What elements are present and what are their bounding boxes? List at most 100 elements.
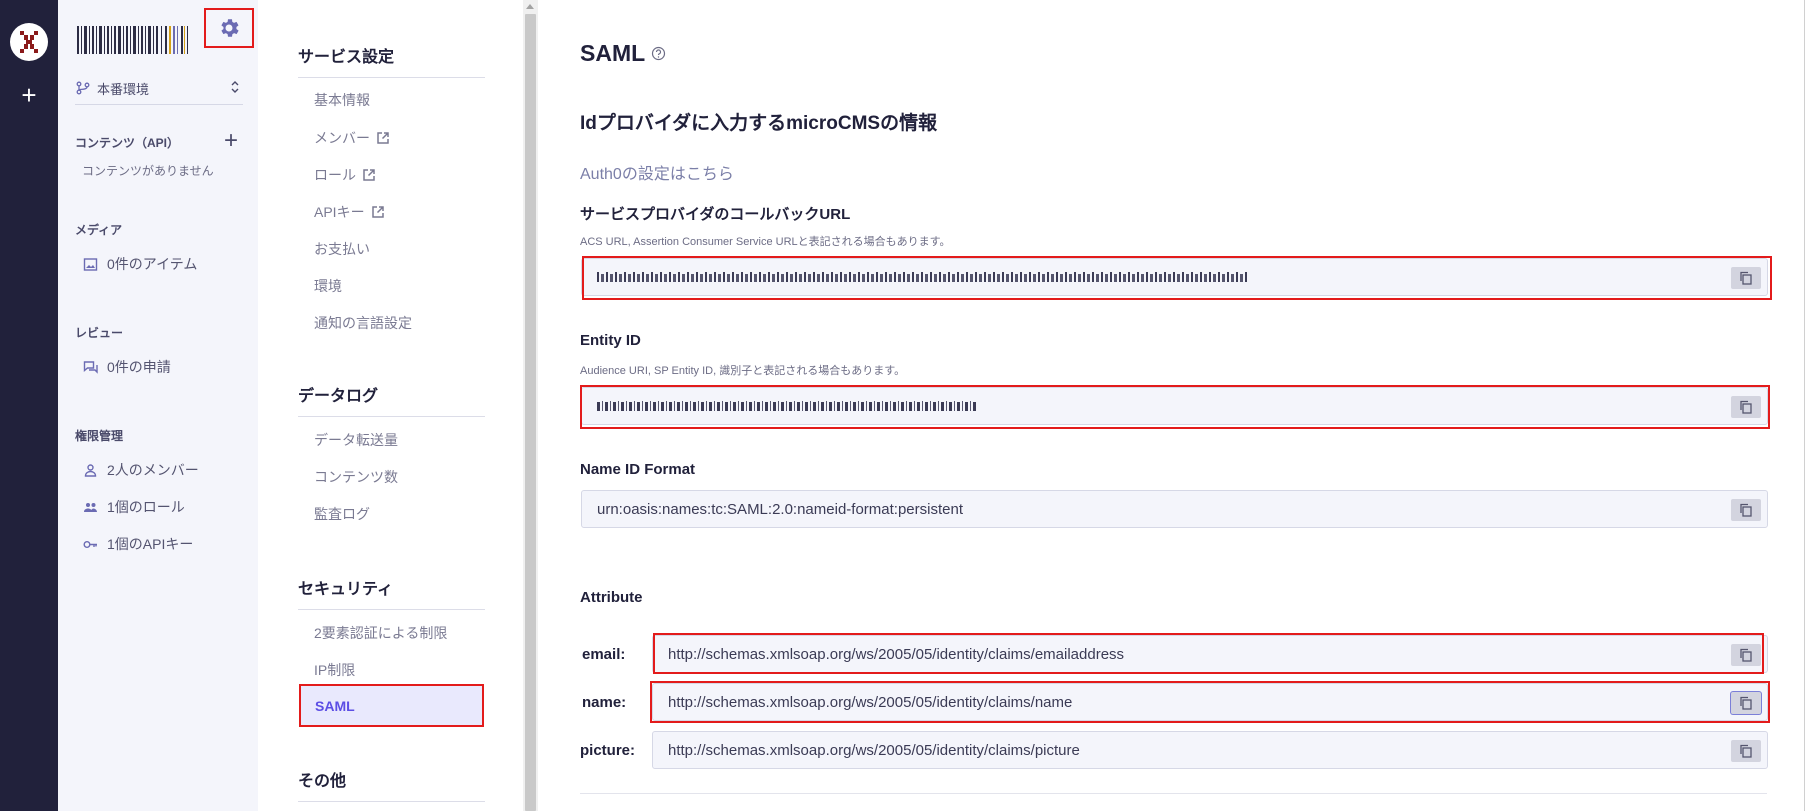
menu-item-ip[interactable]: IP制限 [314,659,355,681]
copy-picture-button[interactable] [1731,740,1761,762]
sidebar-item-members[interactable]: 2人のメンバー [83,459,199,481]
security-heading: セキュリティ [298,575,485,610]
nameid-format-value: urn:oasis:names:tc:SAML:2.0:nameid-forma… [597,500,963,518]
external-link-icon [363,169,375,181]
auth0-settings-link[interactable]: Auth0の設定はこちら [580,160,734,184]
menu-item-saml[interactable]: SAML [299,684,484,727]
microcms-logo-icon[interactable] [10,23,48,61]
masked-callback-url [597,270,1247,284]
copy-icon [1740,744,1752,758]
copy-callback-button[interactable] [1731,267,1761,289]
attr-picture-value: http://schemas.xmlsoap.org/ws/2005/05/id… [668,741,1080,759]
copy-entity-id-button[interactable] [1731,396,1761,418]
entity-id-hint: Audience URI, SP Entity ID, 識別子と表記される場合も… [580,365,906,377]
service-sidebar: 本番環境 コンテンツ（API） + コンテンツがありません メディア 0件のアイ… [58,0,258,811]
attr-email-value: http://schemas.xmlsoap.org/ws/2005/05/id… [668,645,1125,663]
menu-item-label: データ転送量 [314,432,398,448]
attribute-heading: Attribute [580,589,643,606]
attr-picture-field[interactable]: http://schemas.xmlsoap.org/ws/2005/05/id… [652,731,1768,769]
attr-name-field[interactable]: http://schemas.xmlsoap.org/ws/2005/05/id… [652,683,1768,721]
sidebar-item-label: 1個のロール [107,499,185,515]
nameid-format-label: Name ID Format [580,461,696,478]
person-icon [84,463,97,477]
section-divider [580,793,1767,794]
environment-selector[interactable]: 本番環境 [75,72,243,105]
menu-item-label: SAML [315,697,355,714]
menu-item-label: 基本情報 [314,92,370,108]
branch-icon [76,81,90,95]
menu-item-members[interactable]: メンバー [314,127,390,149]
page-title-text: SAML [580,40,646,66]
copy-icon [1740,271,1752,285]
menu-item-content-count[interactable]: コンテンツ数 [314,466,398,488]
external-link-icon [371,206,384,218]
menu-item-apikeys[interactable]: APIキー [314,201,385,223]
settings-menu: サービス設定 基本情報 メンバー ロール APIキー お支払い 環境 通知の言語… [258,0,523,811]
copy-icon [1740,503,1752,517]
menu-item-notification-lang[interactable]: 通知の言語設定 [314,312,412,334]
people-icon [84,502,97,512]
contents-heading: コンテンツ（API） [75,136,180,150]
menu-item-label: 監査ログ [314,506,370,522]
menu-item-label: IP制限 [314,662,356,678]
other-heading: その他 [298,767,485,802]
add-content-button[interactable]: + [220,129,242,153]
copy-name-button[interactable] [1731,692,1761,714]
copy-icon [1740,648,1752,662]
menu-item-label: 2要素認証による制限 [314,625,448,641]
settings-gear-button[interactable] [204,8,254,48]
sidebar-item-roles[interactable]: 1個のロール [83,496,185,518]
menu-item-label: コンテンツ数 [314,469,398,485]
app-rail: + [0,0,58,811]
chevron-updown-icon [231,81,239,93]
sidebar-item-review[interactable]: 0件の申請 [83,356,171,378]
menu-item-label: ロール [314,167,356,183]
copy-nameid-button[interactable] [1731,499,1761,521]
menu-item-environment[interactable]: 環境 [314,275,342,297]
entity-id-field[interactable] [581,387,1768,425]
external-link-icon [377,132,389,144]
datalog-heading: データログ [298,382,485,417]
service-logo-barcode [77,26,188,54]
attr-name-key: name: [582,694,627,711]
permissions-heading: 権限管理 [75,429,124,443]
callback-url-field[interactable] [581,258,1768,296]
gear-icon [221,19,239,37]
copy-email-button[interactable] [1731,644,1761,666]
callback-url-hint: ACS URL, Assertion Consumer Service URLと… [580,236,951,248]
menu-item-label: お支払い [314,241,370,257]
callback-url-label: サービスプロバイダのコールバックURL [580,206,851,223]
nameid-format-field[interactable]: urn:oasis:names:tc:SAML:2.0:nameid-forma… [581,490,1768,528]
sidebar-item-label: 0件の申請 [107,359,171,375]
menu-item-label: 環境 [314,278,342,294]
scroll-up-arrow-icon[interactable] [526,4,534,9]
sidebar-item-apikeys[interactable]: 1個のAPIキー [83,533,193,555]
masked-entity-id [597,399,977,413]
attr-name-value: http://schemas.xmlsoap.org/ws/2005/05/id… [668,693,1073,711]
sidebar-item-label: 1個のAPIキー [107,536,194,552]
menu-item-2fa[interactable]: 2要素認証による制限 [314,622,447,644]
chat-icon [83,360,98,374]
media-heading: メディア [75,223,123,237]
copy-icon [1740,696,1752,710]
menu-item-label: 通知の言語設定 [314,315,412,331]
service-settings-heading: サービス設定 [298,43,485,78]
menu-item-audit-log[interactable]: 監査ログ [314,503,370,525]
menu-item-payment[interactable]: お支払い [314,238,370,260]
attr-picture-key: picture: [580,742,636,759]
settings-scrollbar[interactable] [523,0,538,811]
sidebar-item-media[interactable]: 0件のアイテム [83,253,197,275]
image-icon [83,257,98,271]
scrollbar-thumb[interactable] [525,14,536,811]
page-title: SAML [580,40,666,67]
menu-item-basic-info[interactable]: 基本情報 [314,89,370,111]
section-subtitle: Idプロバイダに入力するmicroCMSの情報 [580,113,938,134]
review-heading: レビュー [75,326,124,340]
menu-item-roles[interactable]: ロール [314,164,376,186]
copy-icon [1740,400,1752,414]
add-service-button[interactable]: + [18,82,40,108]
environment-label: 本番環境 [97,81,150,97]
menu-item-transfer[interactable]: データ転送量 [314,429,398,451]
help-icon[interactable] [651,46,666,61]
attr-email-field[interactable]: http://schemas.xmlsoap.org/ws/2005/05/id… [652,635,1768,673]
